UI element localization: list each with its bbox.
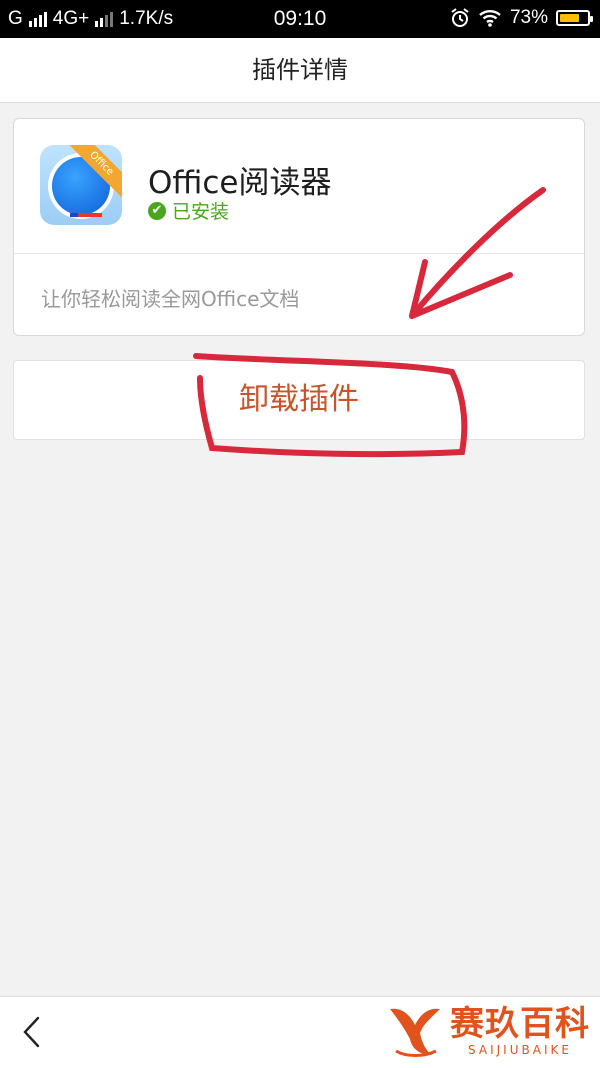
uninstall-button[interactable]: 卸载插件	[13, 360, 585, 440]
battery-icon	[556, 10, 593, 26]
watermark-title: 赛玖百科	[450, 1004, 590, 1044]
plugin-description: 让你轻松阅读全网Office文档	[41, 287, 300, 311]
flag-stripe	[70, 213, 102, 217]
page-title: 插件详情	[0, 38, 600, 103]
status-bar: G 4G+ 1.7K/s 09:10 73%	[0, 0, 600, 38]
watermark: 赛玖百科 SAIJIUBAIKE	[386, 1003, 590, 1059]
alarm-icon	[451, 8, 469, 27]
installed-status: ✔ 已安装	[148, 197, 229, 224]
watermark-subtitle: SAIJIUBAIKE	[468, 1043, 572, 1057]
chevron-left-icon[interactable]	[18, 1015, 48, 1049]
watermark-text: 赛玖百科 SAIJIUBAIKE	[450, 1005, 590, 1057]
check-icon: ✔	[148, 201, 166, 220]
office-reader-icon: Office	[40, 145, 122, 225]
battery-fill	[560, 14, 579, 22]
whale-tail-logo	[390, 1008, 440, 1057]
plugin-card: Office Office阅读器 ✔ 已安装 让你轻松阅读全网Office文档	[13, 118, 585, 336]
wifi-icon	[479, 10, 501, 27]
status-right: 73%	[450, 7, 593, 29]
plugin-header: Office Office阅读器 ✔ 已安装	[14, 119, 584, 254]
battery-percent: 73%	[509, 7, 548, 28]
installed-label: 已安装	[172, 201, 230, 223]
plugin-name: Office阅读器	[148, 165, 332, 201]
bottom-navigation: 赛玖百科 SAIJIUBAIKE	[0, 996, 600, 1068]
